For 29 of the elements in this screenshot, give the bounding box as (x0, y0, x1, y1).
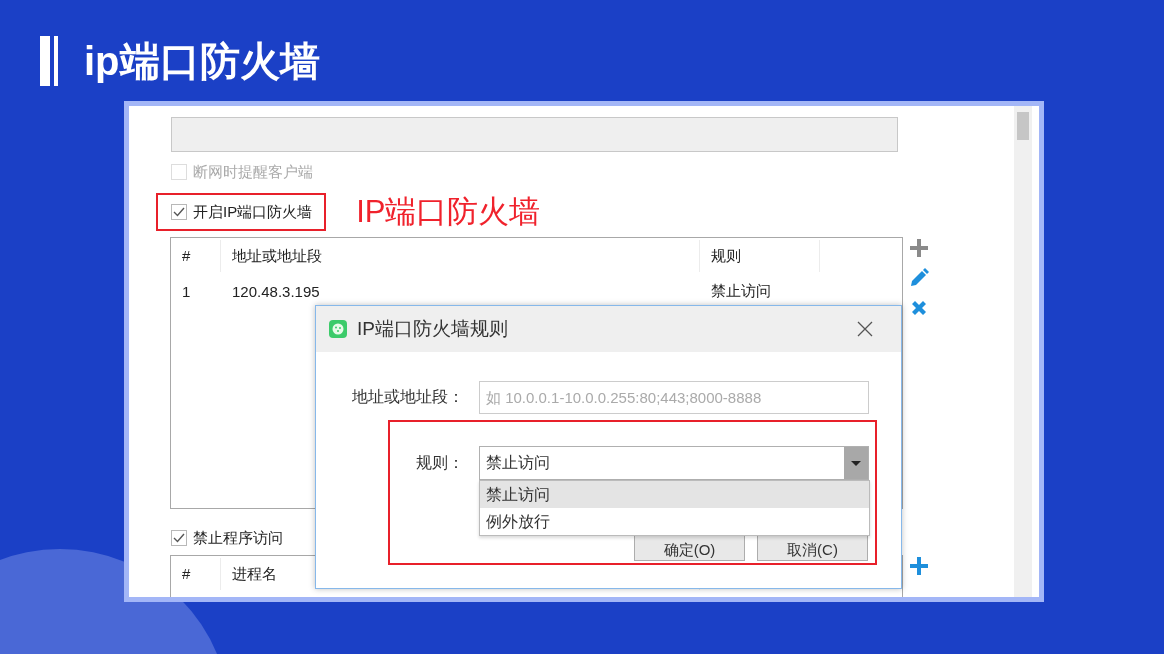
table-cell-text: 120.48.3.195 (231, 283, 321, 300)
checkbox[interactable] (171, 204, 187, 220)
scrollbar[interactable] (1014, 106, 1032, 597)
field-label: 地址或地址段： (351, 387, 464, 407)
dialog-title: IP端口防火墙规则 (357, 317, 508, 341)
add-icon[interactable] (910, 557, 928, 575)
column-header[interactable]: # (171, 558, 221, 590)
dropdown-option[interactable]: 禁止访问 (480, 481, 869, 508)
scrollbar-thumb[interactable] (1017, 112, 1029, 140)
slide-title: ip端口防火墙 (84, 38, 320, 85)
checkbox-label: 开启IP端口防火墙 (193, 202, 313, 222)
checkbox-label: 禁止程序访问 (193, 528, 283, 548)
title-bar-icon (40, 36, 58, 86)
app-icon (329, 320, 347, 338)
column-header[interactable]: # (171, 240, 221, 272)
text-field[interactable] (171, 117, 898, 152)
annotation-text: IP端口防火墙 (356, 194, 541, 230)
field-label: 规则： (415, 452, 464, 473)
delete-icon[interactable] (910, 299, 928, 317)
table-cell-text: 1 (181, 283, 192, 300)
checkbox[interactable] (171, 530, 187, 546)
table-cell-text: 禁止访问 (710, 282, 772, 301)
rule-select[interactable]: 禁止访问 (479, 446, 869, 480)
column-header[interactable]: 地址或地址段 (221, 240, 700, 272)
column-header[interactable]: 规则 (700, 240, 820, 272)
close-icon[interactable] (857, 321, 873, 337)
checkbox-label: 断网时提醒客户端 (193, 162, 313, 182)
address-input[interactable]: 如 10.0.0.1-10.0.0.255:80;443;8000-8888 (479, 381, 869, 414)
pencil-icon[interactable] (909, 268, 929, 288)
